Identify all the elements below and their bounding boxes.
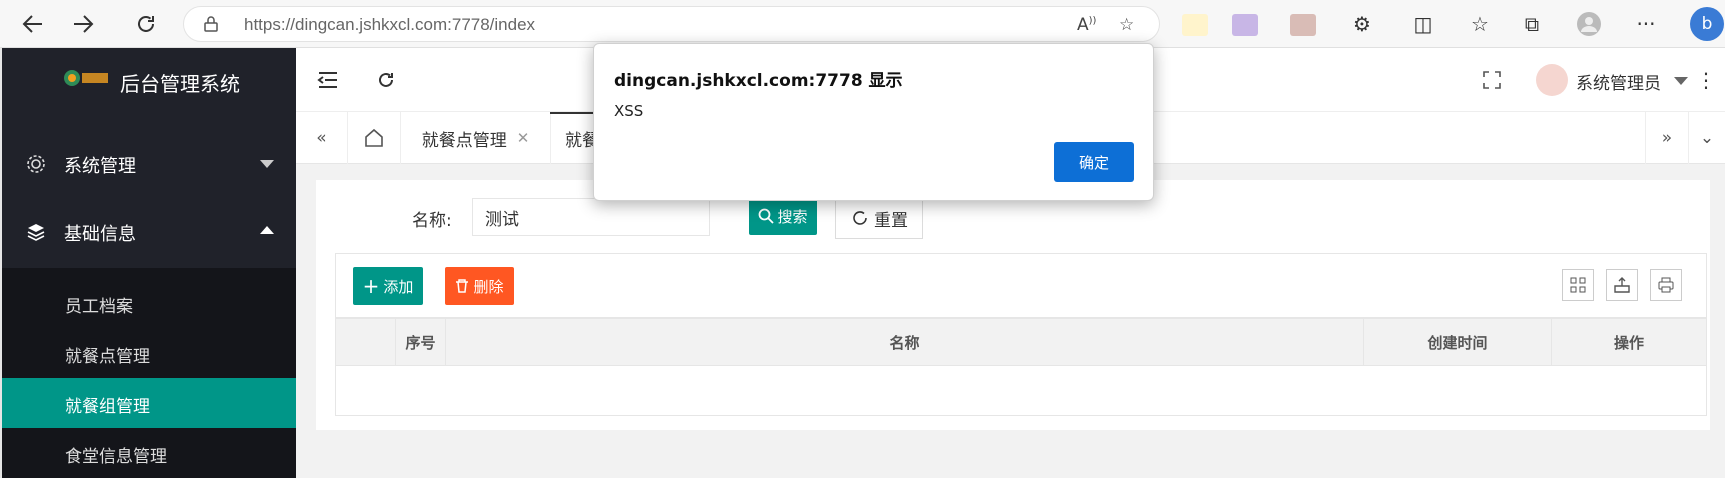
url-text: https://dingcan.jshkxcl.com:7778/index	[244, 15, 536, 34]
name-search-input[interactable]: 测试	[472, 198, 710, 236]
app-title: 后台管理系统	[120, 72, 240, 96]
user-name: 系统管理员	[1576, 74, 1661, 94]
menu-group-label: 基础信息	[64, 224, 136, 245]
delete-button-label: 删除	[473, 277, 504, 296]
checkbox-column-header[interactable]	[336, 319, 396, 365]
sidebar-item-label: 就餐组管理	[65, 397, 150, 417]
tab-dining-points[interactable]: 就餐点管理 ✕	[401, 112, 551, 164]
copilot-icon[interactable]: b	[1690, 7, 1724, 41]
favorites-icon[interactable]: ☆	[1466, 10, 1494, 38]
alert-dialog: dingcan.jshkxcl.com:7778 显示 XSS 确定	[593, 43, 1154, 201]
column-header-actions[interactable]: 操作	[1552, 319, 1706, 365]
more-icon[interactable]: ···	[1632, 10, 1660, 38]
reset-icon	[853, 211, 867, 225]
profile-blur-2	[1232, 14, 1258, 36]
add-button-label: 添加	[383, 277, 414, 296]
column-header-index[interactable]: 序号	[396, 319, 446, 365]
sidebar-item-employees[interactable]: 员工档案	[2, 278, 296, 328]
tabs-prev-icon[interactable]: «	[296, 112, 348, 164]
chevron-down-icon	[260, 160, 274, 168]
dialog-ok-button[interactable]: 确定	[1054, 142, 1134, 182]
table-header: 序号 名称 创建时间 操作	[335, 318, 1707, 366]
table-body	[335, 366, 1707, 416]
sidebar-item-dining-points[interactable]: 就餐点管理	[2, 328, 296, 378]
close-icon[interactable]: ✕	[517, 129, 530, 147]
dialog-message: XSS	[614, 102, 644, 120]
sidebar-item-label: 就餐点管理	[65, 347, 150, 367]
tabs-next-icon[interactable]: »	[1645, 112, 1689, 164]
home-icon	[365, 128, 383, 147]
layers-icon	[27, 224, 45, 241]
trash-icon	[456, 279, 469, 293]
table-toolbar	[335, 253, 1707, 318]
search-icon	[759, 208, 775, 224]
profile-icon[interactable]	[1575, 10, 1603, 38]
plus-icon: +	[362, 274, 380, 298]
avatar	[1536, 64, 1568, 96]
delete-button[interactable]: 删除	[445, 267, 514, 305]
export-icon[interactable]	[1606, 269, 1638, 301]
refresh-icon[interactable]	[374, 68, 398, 92]
chevron-up-icon	[260, 226, 274, 234]
tabs-dropdown-icon[interactable]: ⌄	[1689, 112, 1725, 164]
chevron-down-icon	[1674, 77, 1688, 85]
lock-icon	[204, 16, 218, 32]
sidebar-item-label: 食堂信息管理	[65, 447, 167, 467]
logo	[64, 70, 108, 86]
back-icon[interactable]	[17, 8, 49, 40]
menu-toggle-icon[interactable]	[316, 68, 340, 92]
profile-blur-3	[1290, 14, 1316, 36]
search-button-label: 搜索	[777, 207, 808, 226]
address-bar[interactable]: https://dingcan.jshkxcl.com:7778/index A…	[183, 6, 1160, 42]
more-vertical-icon[interactable]: ⋮	[1696, 68, 1716, 92]
sidebar-item-dining-groups[interactable]: 就餐组管理	[2, 378, 296, 428]
reset-button-label: 重置	[874, 210, 908, 231]
browser-toolbar: https://dingcan.jshkxcl.com:7778/index A…	[0, 0, 1725, 48]
gear-icon	[27, 155, 45, 173]
column-header-created[interactable]: 创建时间	[1364, 319, 1552, 365]
add-button[interactable]: + 添加	[353, 267, 423, 305]
split-screen-icon[interactable]: ◫	[1409, 10, 1437, 38]
columns-filter-icon[interactable]	[1562, 269, 1594, 301]
profile-blur-1	[1182, 14, 1208, 36]
sidebar-item-label: 员工档案	[65, 297, 133, 317]
tab-label: 就餐点管理	[421, 130, 507, 151]
print-icon[interactable]	[1650, 269, 1682, 301]
dialog-title: dingcan.jshkxcl.com:7778 显示	[614, 71, 903, 91]
sidebar: 后台管理系统 系统管理 基础信息 员工档案 就餐点管理 就餐组管理 食堂信息管理	[0, 48, 296, 478]
reset-button[interactable]: 重置	[835, 197, 923, 239]
menu-group-label: 系统管理	[64, 156, 136, 177]
menu-group-basic-info[interactable]: 基础信息	[2, 200, 296, 264]
fullscreen-icon[interactable]	[1480, 68, 1504, 92]
column-header-name[interactable]: 名称	[446, 319, 1364, 365]
search-button[interactable]: 搜索	[749, 197, 817, 235]
forward-icon[interactable]	[67, 8, 99, 40]
reload-icon[interactable]	[130, 8, 162, 40]
read-aloud-icon[interactable]: A))	[1077, 15, 1099, 35]
menu-group-system[interactable]: 系统管理	[2, 132, 296, 196]
collections-icon[interactable]: ⧉	[1518, 10, 1546, 38]
extensions-icon[interactable]: ⚙	[1348, 10, 1376, 38]
name-label: 名称:	[412, 211, 452, 231]
submenu: 员工档案 就餐点管理 就餐组管理 食堂信息管理	[2, 268, 296, 478]
favorite-add-icon[interactable]: ☆	[1119, 15, 1141, 35]
home-tab[interactable]	[348, 112, 401, 164]
sidebar-item-canteen-info[interactable]: 食堂信息管理	[2, 428, 296, 478]
